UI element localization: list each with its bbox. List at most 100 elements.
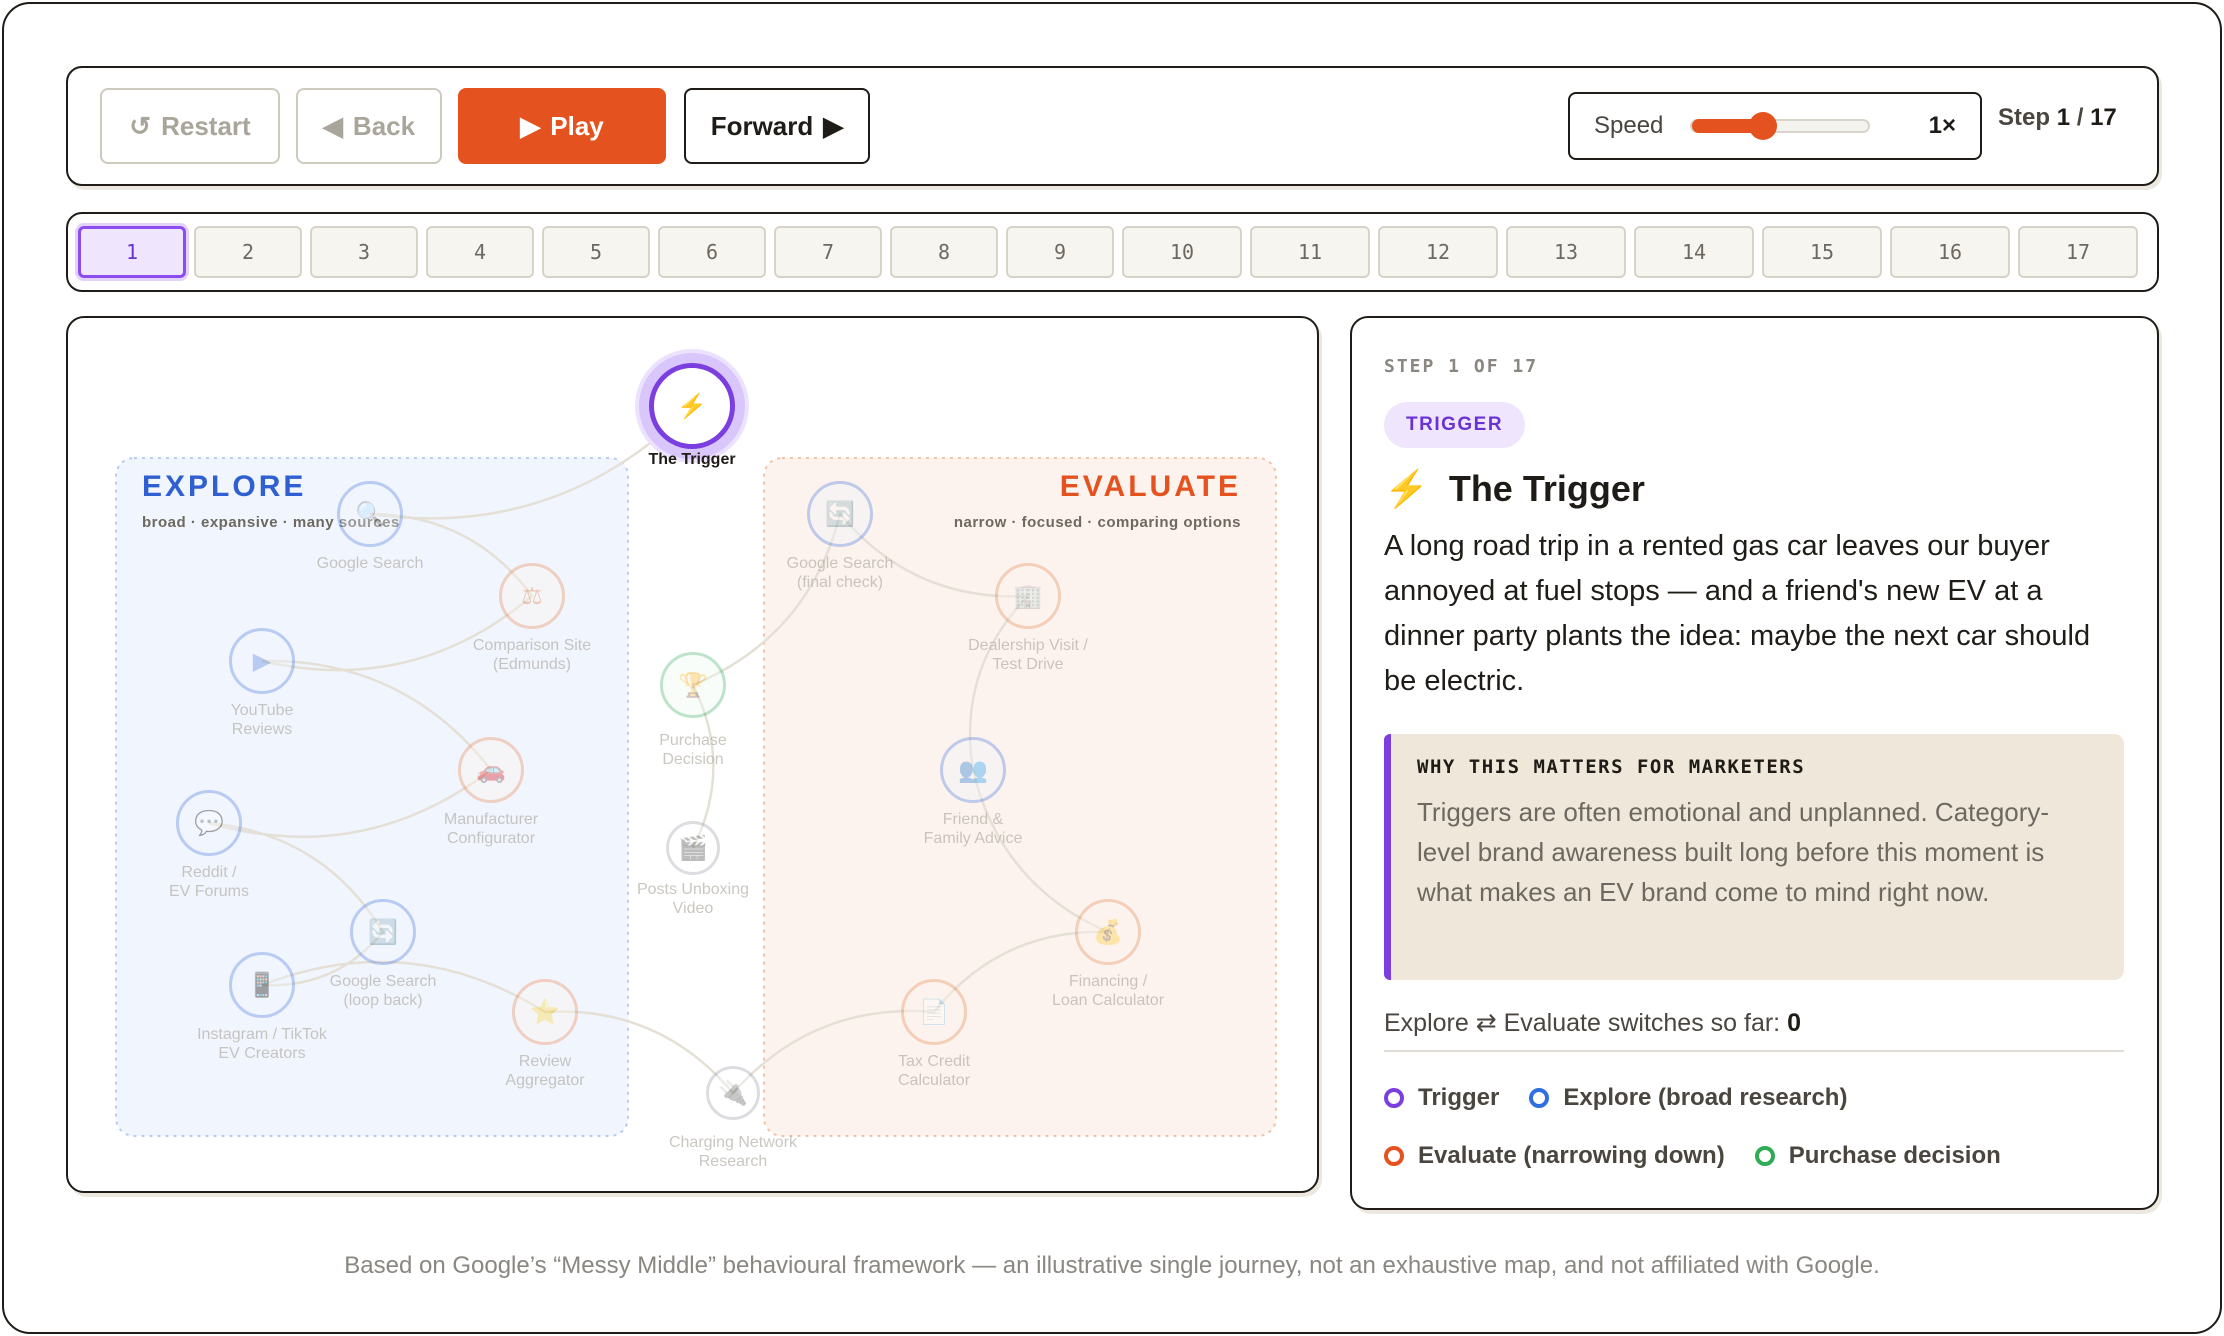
- step-button-10[interactable]: 10: [1122, 226, 1242, 278]
- speed-value: 1×: [1928, 112, 1956, 139]
- journey-node-label-line: Reddit /: [181, 864, 237, 881]
- journey-node-chat-bubble[interactable]: 💬: [176, 790, 242, 856]
- step-button-6[interactable]: 6: [658, 226, 766, 278]
- step-button-13[interactable]: 13: [1506, 226, 1626, 278]
- journey-node-label: Instagram / TikTok EV Creators: [197, 1025, 327, 1063]
- legend-item: Purchase decision: [1754, 1142, 2001, 1170]
- step-button-8[interactable]: 8: [890, 226, 998, 278]
- step-counter-total: 17: [2090, 104, 2117, 131]
- journey-node-money-bag[interactable]: 💰: [1075, 899, 1141, 965]
- step-button-16[interactable]: 16: [1890, 226, 2010, 278]
- journey-node-lightning[interactable]: ⚡: [649, 363, 735, 449]
- restart-label: Restart: [161, 110, 251, 141]
- journey-node-label: Financing / Loan Calculator: [1052, 972, 1164, 1010]
- play-icon: ▶: [520, 110, 541, 141]
- step-counter-sep: /: [2076, 104, 2084, 131]
- step-button-17[interactable]: 17: [2018, 226, 2138, 278]
- why-it-matters-callout: WHY THIS MATTERS FOR MARKETERS Triggers …: [1384, 734, 2124, 980]
- forward-label: Forward: [710, 110, 814, 141]
- journey-node-label-line: Tax Credit: [897, 1053, 971, 1070]
- journey-node-label-line: Instagram / TikTok: [197, 1026, 327, 1043]
- step-button-15[interactable]: 15: [1762, 226, 1882, 278]
- back-button[interactable]: ◀ Back: [296, 88, 442, 164]
- why-heading: WHY THIS MATTERS FOR MARKETERS: [1417, 756, 1806, 778]
- journey-node-label-line: (final check): [796, 574, 884, 591]
- step-counter: Step 1 / 17: [1998, 104, 2117, 132]
- journey-node-label: Google Search (final check): [787, 554, 894, 592]
- step-button-2[interactable]: 2: [194, 226, 302, 278]
- step-button-9[interactable]: 9: [1006, 226, 1114, 278]
- speed-label: Speed: [1594, 112, 1664, 139]
- evaluate-zone-subtitle: narrow · focused · comparing options: [953, 514, 1241, 531]
- journey-node-label-line: Manufacturer: [443, 811, 539, 828]
- journey-node-label: Manufacturer Configurator: [444, 810, 538, 848]
- step-button-14[interactable]: 14: [1634, 226, 1754, 278]
- journey-node-label: Google Search (loop back): [330, 972, 437, 1010]
- journey-node-search[interactable]: 🔍: [337, 481, 403, 547]
- step-button-12[interactable]: 12: [1378, 226, 1498, 278]
- journey-node-label: The Trigger: [648, 450, 735, 469]
- journey-node-final-check-search[interactable]: 🔄: [807, 481, 873, 547]
- play-video-icon: ▶: [252, 647, 272, 675]
- legend-item: Explore (broad research): [1529, 1084, 1847, 1112]
- legend-dot-icon: [1384, 1088, 1404, 1108]
- back-arrow-icon: ◀: [322, 110, 343, 141]
- scales-icon: ⚖: [521, 582, 543, 610]
- restart-button[interactable]: ↺ Restart: [100, 88, 280, 164]
- play-button[interactable]: ▶ Play: [458, 88, 666, 164]
- journey-node-label-line: Calculator: [897, 1072, 971, 1089]
- back-label: Back: [352, 110, 416, 141]
- step-button-1[interactable]: 1: [78, 226, 186, 278]
- final-check-search-icon: 🔄: [825, 500, 855, 528]
- journey-node-star[interactable]: ⭐: [512, 979, 578, 1045]
- legend-dot-icon: [1754, 1146, 1775, 1166]
- journey-node-label: Comparison Site (Edmunds): [473, 636, 591, 674]
- journey-node-clapper[interactable]: 🎬: [666, 821, 720, 875]
- step-button-4[interactable]: 4: [426, 226, 534, 278]
- switch-counter-label: Explore ⇄ Evaluate switches so far:: [1384, 1009, 1781, 1037]
- journey-node-dealership[interactable]: 🏢: [995, 563, 1061, 629]
- journey-node-label-line: Google Search: [329, 973, 437, 990]
- journey-node-car[interactable]: 🚗: [458, 737, 524, 803]
- switch-counter: Explore ⇄ Evaluate switches so far: 0: [1384, 1008, 2124, 1052]
- journey-node-label-line: EV Creators: [218, 1045, 306, 1062]
- journey-node-label-line: EV Forums: [168, 883, 250, 900]
- journey-node-label-line: Comparison Site: [472, 637, 592, 654]
- journey-node-scales[interactable]: ⚖: [499, 563, 565, 629]
- lightning-icon: ⚡: [677, 392, 707, 420]
- step-button-11[interactable]: 11: [1250, 226, 1370, 278]
- journey-node-play-video[interactable]: ▶: [229, 628, 295, 694]
- money-bag-icon: 💰: [1093, 918, 1123, 946]
- journey-node-label-line: Decision: [662, 751, 724, 768]
- journey-node-phone[interactable]: 📱: [229, 952, 295, 1018]
- step-button-3[interactable]: 3: [310, 226, 418, 278]
- lightning-icon: ⚡: [1384, 468, 1429, 509]
- speed-control: Speed 1×: [1568, 92, 1982, 160]
- explore-zone-title: EXPLORE: [142, 470, 307, 503]
- speed-slider[interactable]: [1690, 112, 1870, 140]
- journey-node-label-line: Purchase: [659, 732, 727, 749]
- journey-node-people[interactable]: 👥: [940, 737, 1006, 803]
- step-title: ⚡ The Trigger: [1384, 468, 1645, 510]
- forward-button[interactable]: Forward ▶: [684, 88, 870, 164]
- step-detail-panel: STEP 1 OF 17 TRIGGER ⚡ The Trigger A lon…: [1350, 316, 2159, 1210]
- restart-icon: ↺: [129, 110, 152, 141]
- journey-node-document[interactable]: 📄: [901, 979, 967, 1045]
- chat-bubble-icon: 💬: [194, 809, 224, 837]
- journey-node-label-line: Friend &: [942, 811, 1004, 828]
- speed-slider-knob[interactable]: [1749, 112, 1777, 140]
- journey-node-label-line: Test Drive: [992, 656, 1064, 673]
- step-of-label: STEP 1 OF 17: [1384, 356, 1539, 377]
- journey-node-loop-search[interactable]: 🔄: [350, 899, 416, 965]
- journey-node-trophy[interactable]: 🏆: [660, 652, 726, 718]
- journey-node-plug[interactable]: 🔌: [706, 1066, 760, 1120]
- legend-item: Evaluate (narrowing down): [1384, 1142, 1725, 1170]
- step-counter-current: 1: [2056, 104, 2071, 131]
- journey-node-label: Purchase Decision: [659, 731, 727, 769]
- step-button-5[interactable]: 5: [542, 226, 650, 278]
- footer-note: Based on Google’s “Messy Middle” behavio…: [344, 1252, 1880, 1279]
- star-icon: ⭐: [530, 998, 560, 1026]
- stage-badge: TRIGGER: [1384, 402, 1526, 448]
- journey-map: EXPLORE broad · expansive · many sources…: [66, 316, 1319, 1193]
- step-button-7[interactable]: 7: [774, 226, 882, 278]
